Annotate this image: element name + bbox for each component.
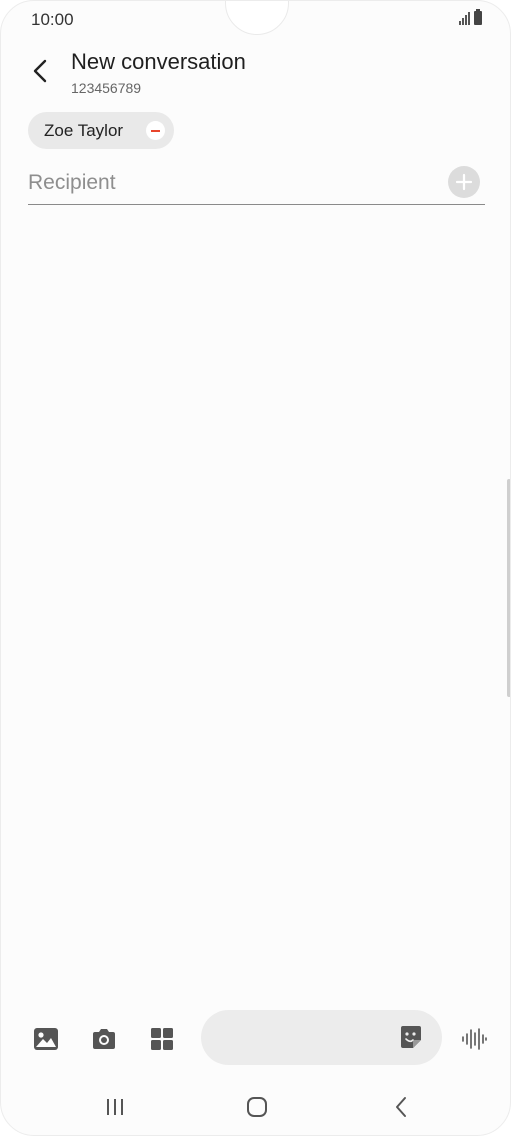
apps-button[interactable]: [147, 1024, 177, 1054]
battery-icon: [474, 9, 482, 25]
system-back-button[interactable]: [381, 1091, 421, 1123]
recents-button[interactable]: [95, 1091, 135, 1123]
sticker-button[interactable]: [398, 1025, 424, 1051]
screen: 10:00 New conversation 123456789 Zoe Tay…: [0, 0, 511, 1136]
add-recipient-button[interactable]: [448, 166, 480, 198]
sticker-icon: [401, 1026, 421, 1048]
message-box[interactable]: [201, 1010, 442, 1065]
voice-input-button[interactable]: [460, 1025, 488, 1053]
home-icon: [247, 1097, 267, 1117]
home-button[interactable]: [237, 1091, 277, 1123]
recipient-underline: [28, 204, 485, 205]
camera-notch: [225, 1, 289, 35]
page-subtitle: 123456789: [71, 80, 142, 96]
gallery-button[interactable]: [31, 1024, 61, 1054]
recents-icon: [107, 1099, 123, 1115]
minus-circle-icon: [151, 129, 160, 132]
chevron-left-icon: [33, 59, 47, 83]
grid-icon: [151, 1028, 173, 1050]
image-icon: [34, 1028, 58, 1050]
remove-recipient-button[interactable]: [146, 121, 165, 140]
camera-button[interactable]: [89, 1024, 119, 1054]
plus-icon: [455, 173, 473, 191]
scroll-handle[interactable]: [507, 479, 510, 697]
back-button[interactable]: [23, 53, 59, 89]
camera-icon: [93, 1029, 115, 1049]
voice-wave-icon: [462, 1028, 487, 1050]
status-bar: 10:00: [1, 1, 510, 37]
message-input[interactable]: [223, 1020, 383, 1055]
signal-icon: [459, 11, 470, 25]
back-icon: [396, 1097, 406, 1117]
status-time: 10:00: [31, 10, 74, 29]
status-icons: [459, 9, 482, 25]
recipient-chip-label: Zoe Taylor: [44, 120, 124, 140]
recipient-chip[interactable]: Zoe Taylor: [28, 112, 174, 149]
recipient-input[interactable]: [28, 163, 438, 203]
page-title: New conversation: [71, 49, 246, 74]
